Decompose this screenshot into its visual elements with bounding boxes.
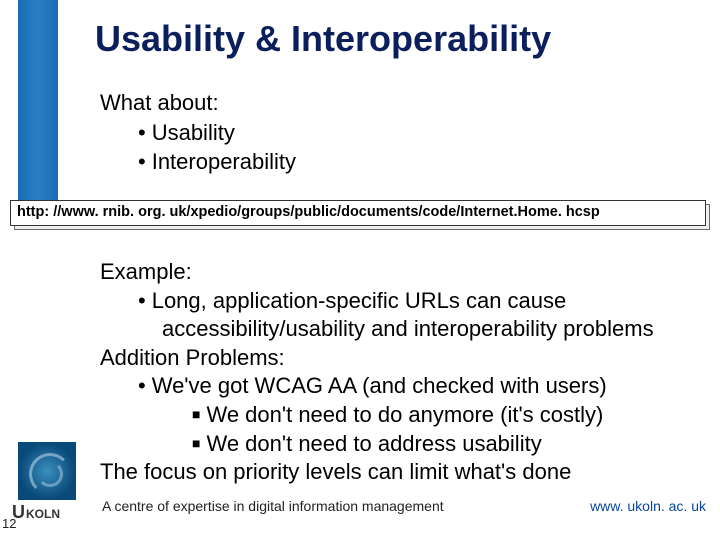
logo-rest: KOLN xyxy=(26,507,60,521)
addition-bullet-1: •We've got WCAG AA (and checked with use… xyxy=(100,372,705,401)
logo: U KOLN xyxy=(14,442,104,523)
example-bullet-1b: accessibility/usability and interoperabi… xyxy=(100,315,705,344)
addition-sub-2: ■We don't need to address usability xyxy=(100,430,705,459)
url-callout-text: http: //www. rnib. org. uk/xpedio/groups… xyxy=(10,200,706,226)
example-bullet-1a-text: Long, application-specific URLs can caus… xyxy=(152,288,567,313)
intro-bullet-2: •Interoperability xyxy=(100,147,296,177)
intro-bullet-2-text: Interoperability xyxy=(152,149,296,174)
accent-bar xyxy=(18,0,58,210)
logo-text: U KOLN xyxy=(12,502,104,523)
addition-lead: Addition Problems: xyxy=(100,344,705,373)
example-bullet-1a: •Long, application-specific URLs can cau… xyxy=(100,287,705,316)
addition-sub-2-text: We don't need to address usability xyxy=(206,431,541,456)
slide-title: Usability & Interoperability xyxy=(95,18,551,60)
intro-bullet-1-text: Usability xyxy=(152,120,235,145)
example-block: Example: •Long, application-specific URL… xyxy=(100,258,705,487)
url-callout: http: //www. rnib. org. uk/xpedio/groups… xyxy=(10,200,710,230)
page-number: 12 xyxy=(2,516,16,531)
footer-url: www. ukoln. ac. uk xyxy=(590,498,706,514)
intro-lead: What about: xyxy=(100,88,296,118)
addition-sub-1-text: We don't need to do anymore (it's costly… xyxy=(206,402,603,427)
footer-tagline: A centre of expertise in digital informa… xyxy=(102,498,444,514)
example-tail: The focus on priority levels can limit w… xyxy=(100,458,705,487)
intro-block: What about: •Usability •Interoperability xyxy=(100,88,296,177)
intro-bullet-1: •Usability xyxy=(100,118,296,148)
addition-bullet-1-text: We've got WCAG AA (and checked with user… xyxy=(152,373,607,398)
logo-swirl-icon xyxy=(18,442,76,500)
addition-sub-1: ■We don't need to do anymore (it's costl… xyxy=(100,401,705,430)
example-lead: Example: xyxy=(100,258,705,287)
